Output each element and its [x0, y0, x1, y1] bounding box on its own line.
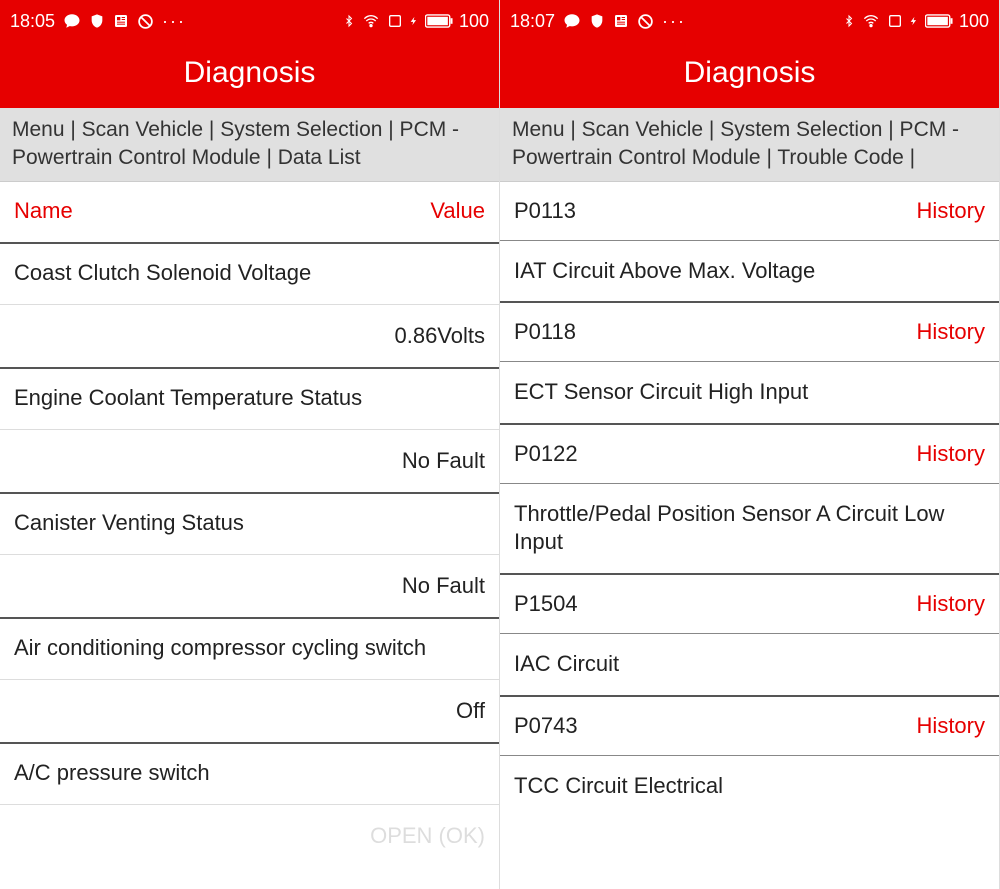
wifi-icon: [861, 13, 881, 29]
code-status: History: [917, 591, 985, 617]
param-name: Engine Coolant Temperature Status: [0, 369, 499, 430]
param-value: Off: [0, 680, 499, 742]
code-row[interactable]: P0743 History: [500, 697, 999, 756]
battery-level: 100: [959, 11, 989, 32]
breadcrumb: Menu | Scan Vehicle | System Selection |…: [0, 108, 499, 182]
screen-right: 18:07 ···: [500, 0, 1000, 889]
param-value: No Fault: [0, 430, 499, 492]
code-desc: IAC Circuit: [500, 634, 999, 697]
trouble-code: P0118: [514, 319, 576, 345]
trouble-code: P0113: [514, 198, 576, 224]
code-status: History: [917, 319, 985, 345]
code-status: History: [917, 441, 985, 467]
list-item[interactable]: Air conditioning compressor cycling swit…: [0, 619, 499, 744]
rotate-icon: [387, 13, 403, 29]
no-sign-icon: [137, 13, 154, 30]
charging-icon: [909, 12, 919, 30]
news-icon: [613, 13, 629, 29]
page-title: Diagnosis: [0, 42, 499, 108]
bluetooth-icon: [343, 12, 355, 30]
shield-icon: [89, 12, 105, 30]
code-status: History: [917, 713, 985, 739]
page-title: Diagnosis: [500, 42, 999, 108]
chat-icon: [563, 12, 581, 30]
rotate-icon: [887, 13, 903, 29]
code-row[interactable]: P1504 History: [500, 575, 999, 634]
param-name: A/C pressure switch: [0, 744, 499, 805]
code-status: History: [917, 198, 985, 224]
code-row[interactable]: P0118 History: [500, 303, 999, 362]
code-row[interactable]: P0113 History: [500, 182, 999, 241]
status-bar: 18:07 ···: [500, 0, 999, 42]
list-item[interactable]: A/C pressure switch OPEN (OK): [0, 744, 499, 867]
clock: 18:05: [10, 11, 55, 32]
trouble-code: P0122: [514, 441, 578, 467]
breadcrumb: Menu | Scan Vehicle | System Selection |…: [500, 108, 999, 182]
no-sign-icon: [637, 13, 654, 30]
param-value: 0.86Volts: [0, 305, 499, 367]
news-icon: [113, 13, 129, 29]
header-name: Name: [14, 198, 73, 224]
battery-icon: [425, 14, 453, 28]
list-header: Name Value: [0, 182, 499, 244]
param-value: OPEN (OK): [0, 805, 499, 867]
battery-icon: [925, 14, 953, 28]
charging-icon: [409, 12, 419, 30]
code-desc: ECT Sensor Circuit High Input: [500, 362, 999, 425]
clock: 18:07: [510, 11, 555, 32]
shield-icon: [589, 12, 605, 30]
trouble-code: P0743: [514, 713, 578, 739]
battery-level: 100: [459, 11, 489, 32]
list-item[interactable]: Canister Venting Status No Fault: [0, 494, 499, 619]
code-row[interactable]: P0122 History: [500, 425, 999, 484]
code-desc: IAT Circuit Above Max. Voltage: [500, 241, 999, 304]
more-icon: ···: [162, 11, 186, 32]
code-desc: TCC Circuit Electrical: [500, 756, 999, 817]
list-item[interactable]: Engine Coolant Temperature Status No Fau…: [0, 369, 499, 494]
status-bar: 18:05 ···: [0, 0, 499, 42]
more-icon: ···: [662, 11, 686, 32]
trouble-code: P1504: [514, 591, 578, 617]
param-name: Canister Venting Status: [0, 494, 499, 555]
trouble-code-list[interactable]: P0113 History IAT Circuit Above Max. Vol…: [500, 182, 999, 889]
param-name: Coast Clutch Solenoid Voltage: [0, 244, 499, 305]
chat-icon: [63, 12, 81, 30]
screen-left: 18:05 ···: [0, 0, 500, 889]
header-value: Value: [430, 198, 485, 224]
wifi-icon: [361, 13, 381, 29]
bluetooth-icon: [843, 12, 855, 30]
data-list[interactable]: Name Value Coast Clutch Solenoid Voltage…: [0, 182, 499, 889]
list-item[interactable]: Coast Clutch Solenoid Voltage 0.86Volts: [0, 244, 499, 369]
param-name: Air conditioning compressor cycling swit…: [0, 619, 499, 680]
param-value: No Fault: [0, 555, 499, 617]
code-desc: Throttle/Pedal Position Sensor A Circuit…: [500, 484, 999, 575]
